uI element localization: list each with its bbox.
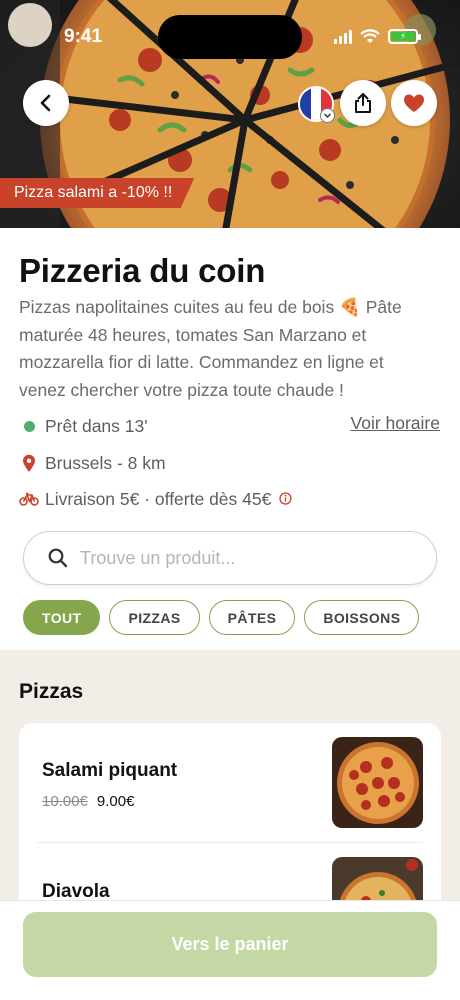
location-row: Brussels - 8 km xyxy=(19,450,166,476)
opening-hours-link[interactable]: Voir horaire xyxy=(351,413,441,434)
bicycle-icon xyxy=(19,492,39,506)
category-tout[interactable]: TOUT xyxy=(23,600,101,635)
original-price: 10.00€ xyxy=(42,793,88,810)
category-pates[interactable]: PÂTES xyxy=(208,600,296,635)
chevron-left-icon xyxy=(40,94,51,112)
status-dot-icon xyxy=(19,420,39,432)
battery-icon: ⚡ xyxy=(388,28,421,44)
ready-time-text: Prêt dans 13' xyxy=(45,415,148,436)
back-button[interactable] xyxy=(23,80,69,126)
cart-button[interactable]: Vers le panier xyxy=(23,912,437,977)
info-icon[interactable] xyxy=(279,489,293,510)
location-text: Brussels - 8 km xyxy=(45,452,166,473)
promo-banner: Pizza salami a -10% !! xyxy=(0,178,195,208)
dynamic-island xyxy=(158,15,302,59)
discounted-price: 9.00€ xyxy=(96,793,135,810)
product-price-row: 10.00€ 9.00€ xyxy=(42,793,134,810)
bottom-bar: Vers le panier xyxy=(0,900,460,1000)
wifi-icon xyxy=(360,28,380,43)
chevron-down-icon xyxy=(320,108,335,123)
product-image[interactable] xyxy=(332,737,423,828)
flag-blue-band xyxy=(300,88,311,120)
delivery-text: Livraison 5€ · offerte dès 45€ xyxy=(45,488,272,509)
location-pin-icon xyxy=(19,454,39,473)
product-name: Salami piquant xyxy=(42,760,178,781)
favorite-button[interactable] xyxy=(391,80,437,126)
search-icon xyxy=(48,548,68,568)
category-filter: TOUT PIZZAS PÂTES BOISSONS xyxy=(23,600,420,635)
search-input[interactable] xyxy=(80,547,400,569)
status-icons: ⚡ xyxy=(334,28,421,44)
status-bar: 9:41 ⚡ xyxy=(0,0,460,70)
restaurant-description: Pizzas napolitaines cuites au feu de boi… xyxy=(19,297,402,400)
delivery-row: Livraison 5€ · offerte dès 45€ xyxy=(19,486,293,512)
share-button[interactable] xyxy=(340,80,386,126)
heart-icon xyxy=(404,94,424,112)
restaurant-name: Pizzeria du coin xyxy=(19,252,266,289)
signal-icon xyxy=(334,28,352,44)
hero-image: 9:41 ⚡ Pizza salami a -10% !! xyxy=(0,0,460,228)
product-search[interactable] xyxy=(23,531,437,585)
product-item[interactable]: Salami piquant 10.00€ 9.00€ xyxy=(19,723,441,843)
ready-time-row: Prêt dans 13' xyxy=(19,413,148,439)
category-boissons[interactable]: BOISSONS xyxy=(304,600,420,635)
status-time: 9:41 xyxy=(64,26,103,47)
share-icon xyxy=(355,93,371,113)
scalloped-edge xyxy=(0,650,460,655)
category-pizzas[interactable]: PIZZAS xyxy=(109,600,200,635)
section-title-pizzas: Pizzas xyxy=(19,680,84,703)
